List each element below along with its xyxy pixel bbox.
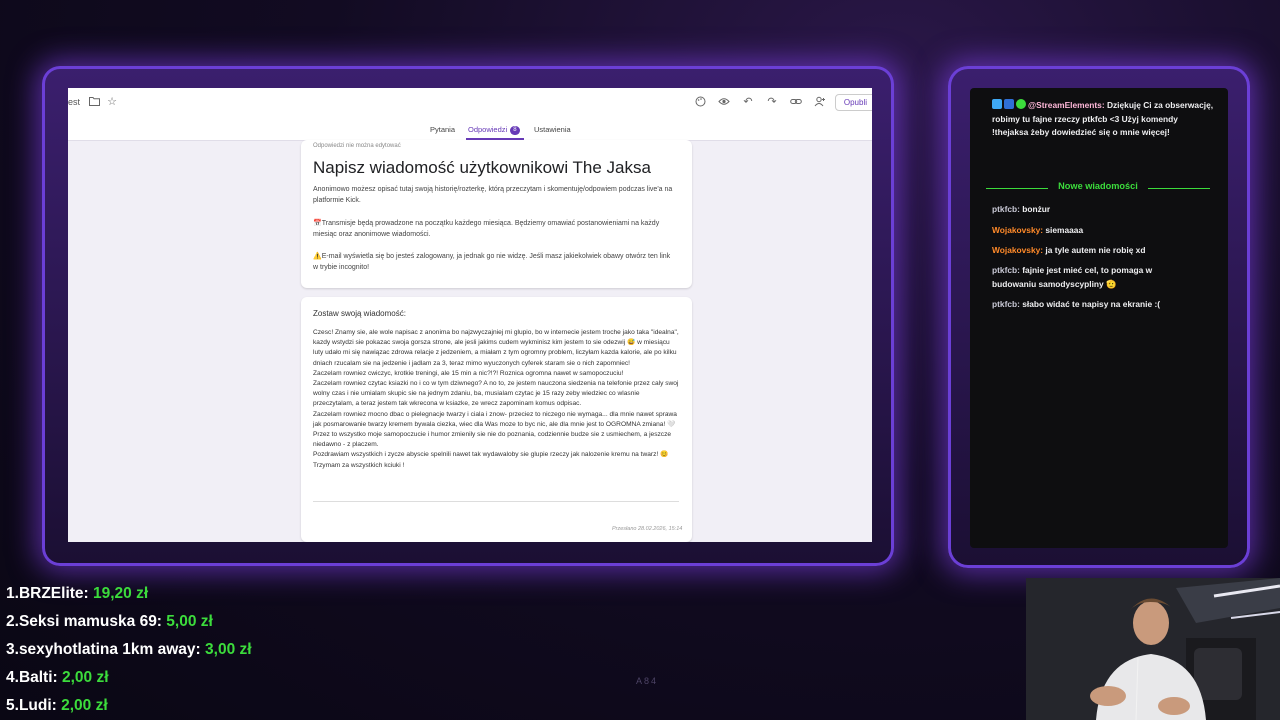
tab-responses[interactable]: Odpowiedzi 8 [468, 125, 520, 135]
leaderboard-entry: 5.Ludi: 2,00 zł [6, 697, 108, 715]
answer-paragraph: Zaczelam rowniez cwiczyc, krotkie trenin… [313, 369, 624, 377]
submitted-timestamp: Przesłano 28.02.2026, 15:14 [612, 526, 683, 532]
leader-rank: 2. [6, 613, 19, 630]
preview-eye-icon[interactable] [718, 96, 730, 108]
chat-username[interactable]: Wojakovsky [992, 225, 1040, 235]
redo-icon[interactable]: ↷ [766, 96, 778, 108]
palette-icon[interactable] [694, 96, 706, 108]
chat-text: ja tyle autem nie robię xd [1045, 245, 1146, 255]
chat-message: ptkfcb: słabo widać te napisy na ekranie… [992, 299, 1161, 309]
form-header-card: Odpowiedzi nie można edytować Napisz wia… [301, 140, 692, 288]
chat-username[interactable]: ptkfcb [992, 299, 1017, 309]
leader-amount: 5,00 zł [166, 613, 213, 630]
bot-badge-icons [992, 99, 1028, 113]
stream-code-label: A84 [636, 676, 659, 686]
forms-tab-bar: Pytania Odpowiedzi 8 Ustawienia [68, 118, 872, 141]
chat-text: słabo widać te napisy na ekranie :( [1022, 299, 1161, 309]
chat-message: ptkfcb: bonżur [992, 204, 1051, 214]
question-label: Zostaw swoją wiadomość: [313, 309, 406, 318]
leader-amount: 2,00 zł [61, 697, 108, 714]
wrench-icon [1004, 99, 1014, 109]
leader-amount: 3,00 zł [205, 641, 252, 658]
response-card: Zostaw swoją wiadomość: Czesc! Znamy sie… [301, 297, 692, 542]
link-icon[interactable] [790, 96, 802, 108]
answer-paragraph: Zaczelam rowniez mocno dbac o pielegnacj… [313, 410, 677, 428]
form-description-1: Anonimowo możesz opisać tutaj swoją hist… [313, 186, 673, 204]
form-title: Napisz wiadomość użytkownikowi The Jaksa [313, 158, 651, 177]
chat-text: siemaaaa [1045, 225, 1084, 235]
chat-text: bonżur [1022, 204, 1051, 214]
answer-paragraph: Czesc! Znamy sie, ale wole napisac z ano… [313, 329, 679, 367]
leaderboard-entry: 3.sexyhotlatina 1km away: 3,00 zł [6, 641, 252, 659]
leader-name: BRZElite: [18, 585, 89, 602]
chat-username[interactable]: ptkfcb [992, 265, 1017, 275]
answer-paragraph: Zaczelam rowniez czytac ksiazki no i co … [313, 380, 679, 408]
edit-disabled-note: Odpowiedzi nie można edytować [313, 143, 401, 149]
form-description-2: 📅Transmisje będą prowadzone na początku … [313, 220, 660, 238]
webcam-person-illustration [1026, 578, 1280, 720]
new-messages-divider: Nowe wiadomości [986, 181, 1210, 195]
form-description-3: ⚠️E-mail wyświetla się bo jesteś zalogow… [313, 253, 671, 271]
responses-count-badge: 8 [510, 126, 520, 135]
folder-icon[interactable] [88, 96, 100, 108]
answer-paragraph: Pozdrawiam wszystkich i zycze abyscie sp… [313, 451, 669, 459]
chat-frame: @StreamElements: Dziękuję Ci za obserwac… [948, 66, 1250, 568]
leader-rank: 3. [6, 641, 19, 658]
leader-amount: 19,20 zł [93, 585, 149, 602]
publish-button[interactable]: Opubli [834, 94, 872, 111]
leader-amount: 2,00 zł [62, 669, 109, 686]
leader-name: Ludi: [18, 697, 57, 714]
leader-name: Seksi mamuska 69: [18, 613, 162, 630]
leader-name: Balti: [18, 669, 58, 686]
webcam-feed [1026, 578, 1280, 720]
chat-message: Wojakovsky: ja tyle autem nie robię xd [992, 245, 1146, 255]
star-icon[interactable]: ☆ [106, 96, 118, 108]
verified-check-icon [1016, 99, 1026, 109]
new-messages-label: Nowe wiadomości [1058, 181, 1138, 191]
add-collaborator-icon[interactable] [814, 96, 826, 108]
screen-share-frame: est ☆ ↶ ↷ Opubli Pytania Odpowiedzi 8 Us… [42, 66, 894, 566]
google-forms-window: est ☆ ↶ ↷ Opubli Pytania Odpowiedzi 8 Us… [68, 88, 872, 542]
chat-message: Wojakovsky: siemaaaa [992, 225, 1084, 235]
tab-questions[interactable]: Pytania [430, 125, 455, 134]
leader-rank: 5. [6, 697, 19, 714]
answer-paragraph: Przez to wszystko moje samopoczucie i hu… [313, 431, 672, 449]
tab-settings[interactable]: Ustawienia [534, 125, 571, 134]
leaderboard-entry: 1.BRZElite: 19,20 zł [6, 585, 148, 603]
leader-rank: 4. [6, 669, 19, 686]
answer-divider [313, 501, 679, 502]
chat-panel: @StreamElements: Dziękuję Ci za obserwac… [970, 88, 1228, 548]
chat-username[interactable]: ptkfcb [992, 204, 1017, 214]
chat-message-streamelements: @StreamElements: Dziękuję Ci za obserwac… [992, 99, 1214, 138]
leaderboard-entry: 4.Balti: 2,00 zł [6, 669, 109, 687]
response-answer-text: Czesc! Znamy sie, ale wole napisac z ano… [313, 328, 679, 471]
robot-icon [992, 99, 1002, 109]
chat-message: ptkfcb: fajnie jest mieć cel, to pomaga … [992, 265, 1153, 289]
tab-fragment: est [68, 97, 81, 107]
leaderboard-entry: 2.Seksi mamuska 69: 5,00 zł [6, 613, 213, 631]
chat-username[interactable]: @StreamElements [1028, 100, 1102, 110]
undo-icon[interactable]: ↶ [742, 96, 754, 108]
answer-paragraph: Trzymam za wszystkich kciuki ! [313, 461, 405, 469]
leader-name: sexyhotlatina 1km away: [18, 641, 201, 658]
forms-toolbar: est ☆ ↶ ↷ Opubli [68, 88, 872, 119]
chat-username[interactable]: Wojakovsky [992, 245, 1040, 255]
leader-rank: 1. [6, 585, 19, 602]
